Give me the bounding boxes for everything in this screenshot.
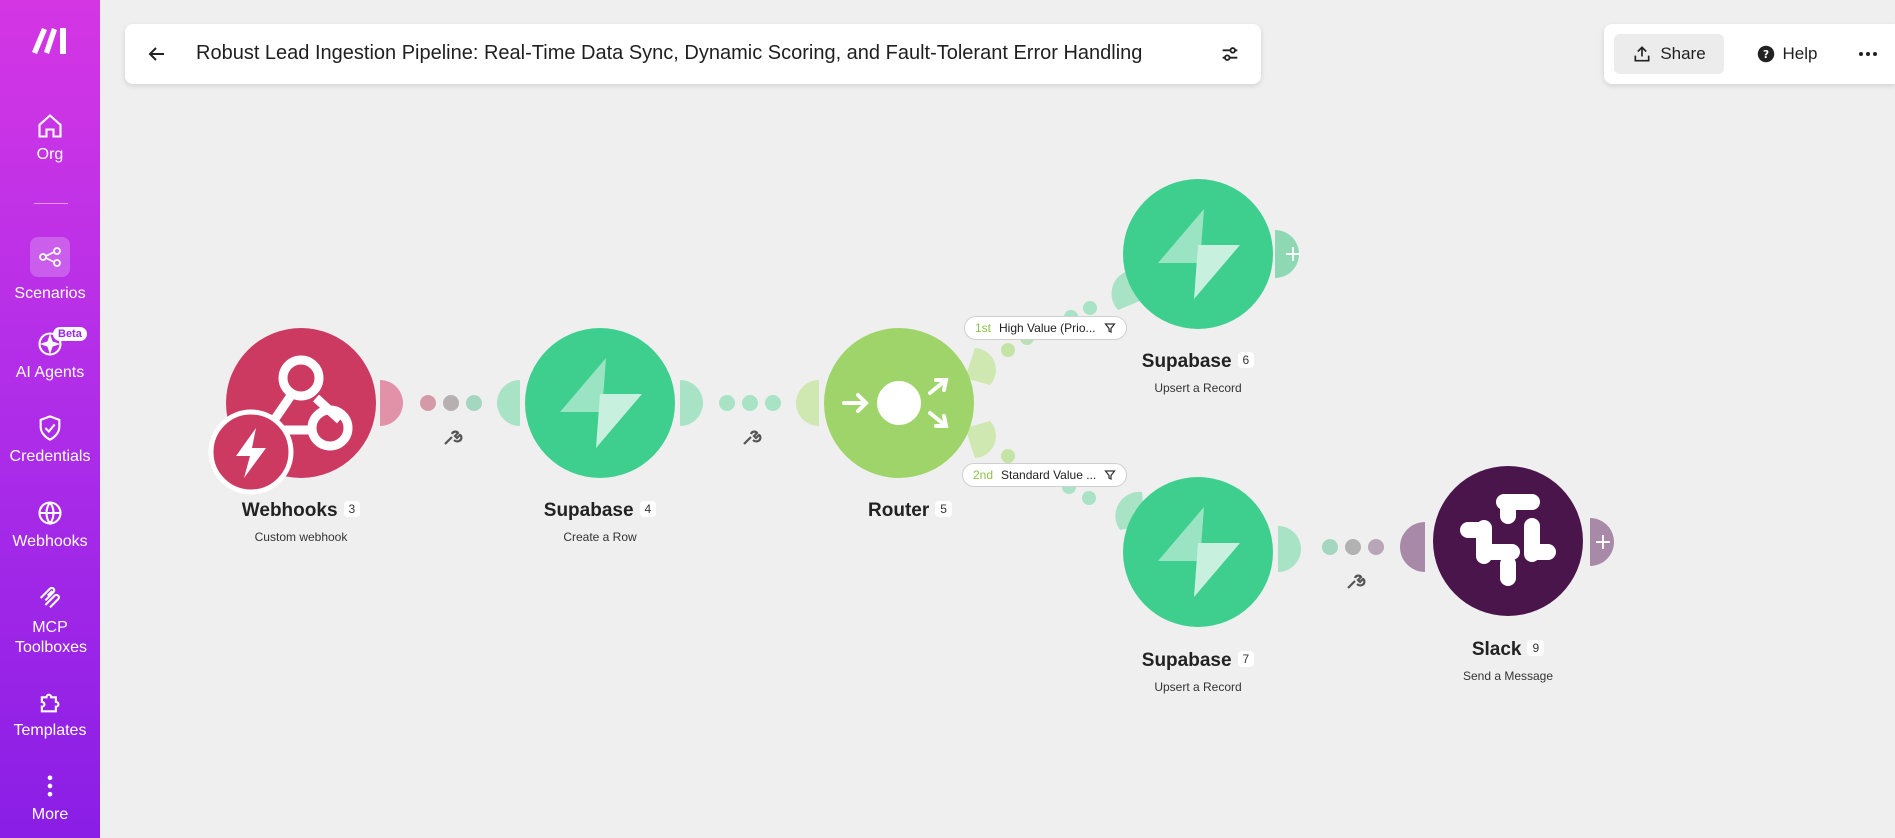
connector-supabase-router[interactable]	[680, 380, 819, 426]
node-subtitle: Upsert a Record	[1154, 381, 1242, 395]
route-order: 1st	[975, 321, 992, 335]
node-supabase-6[interactable]	[1123, 179, 1273, 329]
scenario-canvas: + +	[208, 179, 1614, 627]
wrench-icon[interactable]	[1347, 574, 1366, 589]
node-subtitle: Upsert a Record	[1154, 680, 1242, 694]
node-slack[interactable]	[1433, 466, 1583, 616]
route-filter-2[interactable]: 2nd Standard Value ...	[962, 463, 1128, 487]
node-label-supabase-7: Supabase 7 Upsert a Record	[1098, 650, 1298, 694]
route-label: High Value (Prio...	[999, 321, 1096, 335]
route-filter-1[interactable]: 1st High Value (Prio...	[964, 316, 1127, 340]
node-name: Router	[868, 500, 930, 521]
node-label-supabase-6: Supabase 6 Upsert a Record	[1098, 351, 1298, 395]
node-number: 5	[935, 501, 952, 517]
node-name: Webhooks	[241, 500, 338, 521]
node-name: Supabase	[1141, 650, 1232, 671]
node-supabase-7[interactable]	[1123, 477, 1273, 627]
filter-icon	[1103, 323, 1116, 334]
svg-text:+: +	[1594, 530, 1612, 555]
node-label-webhooks: Webhooks 3 Custom webhook	[201, 500, 401, 544]
node-name: Supabase	[543, 500, 634, 521]
filter-icon	[1104, 470, 1116, 481]
node-subtitle: Send a Message	[1462, 669, 1554, 683]
node-label-router: Router 5	[810, 500, 1010, 522]
node-number: 7	[1237, 651, 1255, 667]
wrench-icon[interactable]	[743, 430, 762, 445]
node-router[interactable]	[824, 328, 974, 478]
wrench-icon[interactable]	[444, 430, 463, 445]
node-supabase-4[interactable]	[525, 328, 675, 478]
add-module-button-supabase-6[interactable]: +	[1275, 230, 1302, 278]
node-label-slack: Slack 9 Send a Message	[1408, 639, 1608, 683]
add-module-button-slack[interactable]: +	[1590, 518, 1614, 566]
node-subtitle: Custom webhook	[254, 530, 348, 544]
node-name: Slack	[1471, 639, 1522, 660]
node-number: 6	[1237, 352, 1255, 368]
node-label-supabase-4: Supabase 4 Create a Row	[500, 500, 700, 544]
connector-webhooks-supabase[interactable]	[380, 380, 520, 426]
node-number: 9	[1527, 640, 1545, 656]
route-order: 2nd	[973, 468, 994, 482]
svg-text:+: +	[1284, 242, 1302, 267]
node-subtitle: Create a Row	[563, 530, 637, 544]
node-name: Supabase	[1141, 351, 1232, 372]
node-number: 4	[639, 501, 657, 517]
route-label: Standard Value ...	[1001, 468, 1097, 482]
node-number: 3	[343, 501, 361, 517]
node-webhooks[interactable]	[208, 328, 376, 495]
connector-supabase-slack[interactable]	[1278, 522, 1425, 572]
